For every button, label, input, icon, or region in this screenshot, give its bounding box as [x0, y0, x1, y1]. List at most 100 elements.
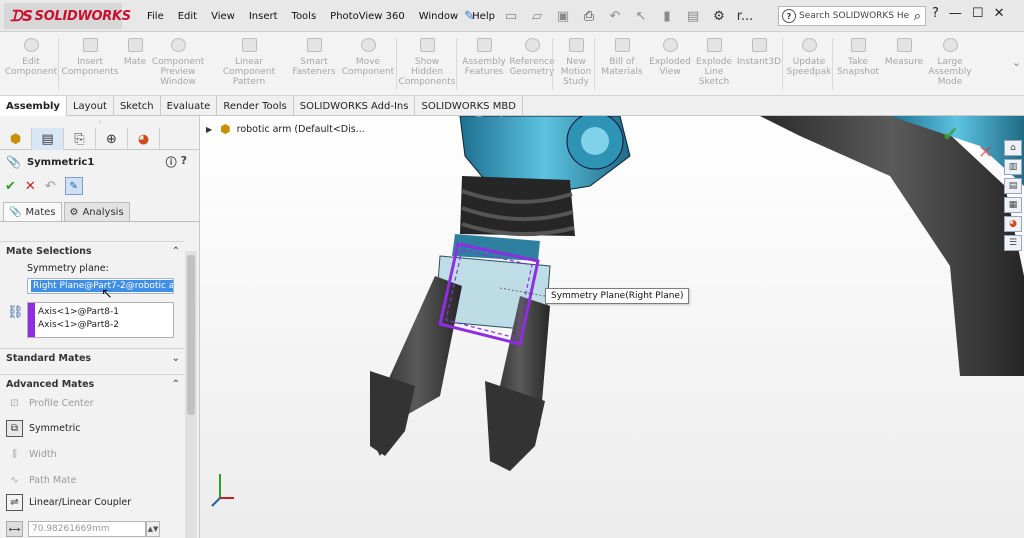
ribbon-button-instant3d[interactable]: Instant3D	[737, 36, 781, 94]
configuration-manager-icon[interactable]: ⎘	[64, 128, 96, 150]
advanced-mates-header[interactable]: Advanced Mates ⌃	[0, 374, 184, 394]
ribbon-button-snapshot[interactable]: Take Snapshot	[836, 36, 880, 94]
tab-sketch[interactable]: Sketch	[114, 96, 161, 116]
solidworks-resources-icon[interactable]: ⌂	[1004, 140, 1022, 156]
symmetry-plane-label: Symmetry plane:	[27, 263, 109, 274]
file-properties-icon[interactable]: ▤	[682, 6, 704, 26]
menu-insert[interactable]: Insert	[242, 11, 285, 22]
tab-evaluate[interactable]: Evaluate	[161, 96, 218, 116]
ribbon-button-insert-components[interactable]: Insert Components	[62, 36, 118, 94]
design-library-icon[interactable]: ▥	[1004, 159, 1022, 175]
menu-file[interactable]: File	[140, 11, 171, 22]
ribbon-button-exploded-view[interactable]: Exploded View	[649, 36, 691, 94]
ribbon-more-chevron-icon[interactable]: ⌄	[1012, 56, 1021, 69]
confirm-corner-check-icon[interactable]: ✔	[942, 122, 959, 146]
ribbon-button-measure[interactable]: Measure	[885, 36, 923, 94]
ok-check-icon[interactable]: ✔	[5, 179, 16, 194]
tab-mates[interactable]: 📎 Mates	[3, 202, 62, 221]
ribbon-button-edit-component[interactable]: Edit Component	[5, 36, 57, 94]
list-item[interactable]: Axis<1>@Part8-1	[38, 306, 173, 319]
menu-photoview[interactable]: PhotoView 360	[323, 11, 412, 22]
property-manager-icon[interactable]: ▤	[32, 128, 64, 150]
distance-spinner[interactable]: ▲▼	[146, 521, 160, 537]
tab-solidworks-mbd[interactable]: SOLIDWORKS MBD	[415, 96, 523, 116]
confirm-corner-x-icon[interactable]: ✕	[978, 142, 993, 163]
undo-icon[interactable]: ↶	[604, 6, 626, 26]
minimize-icon[interactable]: —	[949, 6, 962, 21]
ribbon-button-linear-pattern[interactable]: Linear Component Pattern	[208, 36, 290, 94]
keep-visible-pushpin-icon[interactable]: ✎	[64, 177, 83, 195]
search-icon[interactable]: ⌕	[914, 9, 921, 24]
pin-menu-icon[interactable]: ✎	[464, 9, 475, 24]
maximize-icon[interactable]: ☐	[972, 6, 984, 21]
menu-window[interactable]: Window	[412, 11, 465, 22]
tab-render-tools[interactable]: Render Tools	[217, 96, 294, 116]
search-box[interactable]: ? Search SOLIDWORKS He ⌕	[778, 6, 926, 26]
ribbon-button-motion-study[interactable]: New Motion Study	[558, 36, 594, 94]
view-palette-icon[interactable]: ▦	[1004, 197, 1022, 213]
mate-profile-center[interactable]: ⊡ Profile Center	[6, 395, 93, 412]
expand-arrow-icon[interactable]: ▶	[206, 125, 212, 134]
cancel-x-icon[interactable]: ✕	[25, 179, 36, 194]
feature-manager-icon[interactable]: ⬢	[0, 128, 32, 150]
display-style-icon[interactable]: ◑	[492, 116, 510, 120]
ribbon-button-label: Take Snapshot	[836, 57, 880, 77]
ribbon-button-speedpak[interactable]: Update Speedpak	[787, 36, 831, 94]
custom-properties-icon[interactable]: ☰	[1004, 235, 1022, 251]
appearances-icon[interactable]: ◕	[1004, 216, 1022, 232]
view-orientation-icon[interactable]: ▢	[470, 116, 488, 120]
mate-path[interactable]: ∿ Path Mate	[6, 472, 76, 489]
tab-solidworks-add-ins[interactable]: SOLIDWORKS Add-Ins	[294, 96, 416, 116]
list-item[interactable]: Axis<1>@Part8-2	[38, 319, 173, 332]
new-document-icon[interactable]: ▭	[500, 6, 522, 26]
ribbon-button-component-preview[interactable]: Component Preview Window	[152, 36, 204, 94]
feature-tree-flyout[interactable]: ▶ ⬢ robotic arm (Default<Dis...	[206, 122, 365, 136]
mate-symmetric[interactable]: ⧉ Symmetric	[6, 420, 81, 437]
mate-width[interactable]: ⫼ Width	[6, 446, 56, 463]
menu-view[interactable]: View	[204, 11, 242, 22]
tab-analysis[interactable]: ⚙ Analysis	[63, 202, 130, 221]
pm-help-icon[interactable]: ?	[181, 154, 187, 170]
menu-edit[interactable]: Edit	[171, 11, 204, 22]
print-icon[interactable]: ⎙	[578, 6, 600, 26]
ribbon-button-smart-fasteners[interactable]: Smart Fasteners	[292, 36, 336, 94]
ribbon-button-reference-geometry[interactable]: Reference Geometry	[509, 36, 555, 94]
info-icon[interactable]: ⓘ	[166, 154, 177, 170]
options-gear-icon[interactable]: ⚙	[708, 6, 730, 26]
select-icon[interactable]: ↖	[630, 6, 652, 26]
mouse-cursor-icon: ↖	[101, 286, 113, 302]
help-icon[interactable]: ?	[932, 6, 939, 21]
open-icon[interactable]: ▱	[526, 6, 548, 26]
tab-assembly[interactable]: Assembly	[0, 96, 67, 116]
rebuild-icon[interactable]: ▮	[656, 6, 678, 26]
tab-layout[interactable]: Layout	[67, 96, 114, 116]
robotic-arm-model[interactable]	[200, 116, 1024, 538]
ribbon-button-move-component[interactable]: Move Component	[340, 36, 396, 94]
scrollbar-thumb[interactable]	[187, 255, 195, 415]
mate-linear-coupler[interactable]: ⇌ Linear/Linear Coupler	[6, 494, 131, 511]
display-manager-icon[interactable]: ◕	[128, 128, 160, 150]
graphics-viewport[interactable]: ▶ ⬢ robotic arm (Default<Dis... ▢ ◑ ▭ ✔ …	[200, 116, 1024, 538]
save-icon[interactable]: ▣	[552, 6, 574, 26]
panel-scrollbar[interactable]	[185, 251, 197, 538]
ribbon-button-assembly-features[interactable]: Assembly Features	[462, 36, 506, 94]
ribbon-button-mate[interactable]: Mate	[122, 36, 148, 94]
ribbon-button-bom[interactable]: Bill of Materials	[600, 36, 644, 94]
ribbon-button-show-hidden[interactable]: Show Hidden Components	[399, 36, 455, 94]
solidworks-logo[interactable]: ᗪS SOLIDWORKS	[4, 3, 131, 29]
menu-tools[interactable]: Tools	[285, 11, 324, 22]
undo-mate-icon[interactable]: ↶	[45, 179, 56, 194]
distance-input[interactable]: 70.98261669mm	[28, 521, 146, 537]
user-truncated-label[interactable]: r...	[734, 6, 756, 26]
standard-mates-header[interactable]: Standard Mates ⌄	[0, 348, 184, 368]
monitor-icon[interactable]: ▭	[514, 116, 532, 120]
mate-selections-header[interactable]: Mate Selections ⌃	[0, 241, 184, 261]
file-explorer-icon[interactable]: ▤	[1004, 178, 1022, 194]
entities-to-mate-list[interactable]: Axis<1>@Part8-1 Axis<1>@Part8-2	[27, 302, 174, 338]
ribbon-button-explode-line[interactable]: Explode Line Sketch	[694, 36, 734, 94]
ribbon-button-large-assembly[interactable]: Large Assembly Mode	[928, 36, 972, 94]
search-input[interactable]: Search SOLIDWORKS He	[799, 11, 909, 21]
close-icon[interactable]: ✕	[994, 6, 1005, 21]
dimxpert-icon[interactable]: ⊕	[96, 128, 128, 150]
panel-grip[interactable]: ◦	[0, 116, 199, 128]
